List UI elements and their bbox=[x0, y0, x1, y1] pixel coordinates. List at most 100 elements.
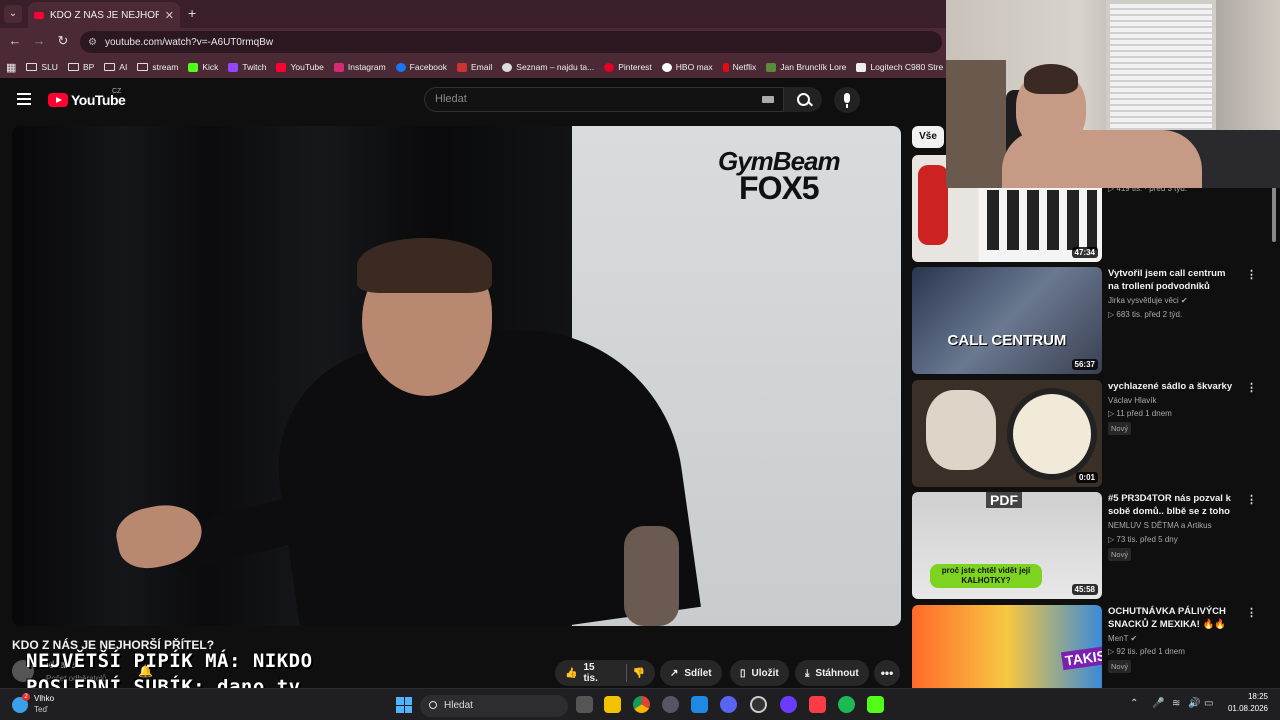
taskbar-search[interactable]: Hledat bbox=[420, 695, 568, 717]
chrome-icon[interactable] bbox=[633, 696, 650, 713]
logitech-icon bbox=[856, 62, 867, 72]
weather-widget-title[interactable]: Vlhko bbox=[34, 694, 54, 703]
sponsor-logo: GymBeam FOX5 bbox=[718, 148, 841, 204]
spotify-icon[interactable] bbox=[838, 696, 855, 713]
bookmark-logitech[interactable]: Logitech C980 Stre bbox=[856, 62, 943, 72]
start-button[interactable] bbox=[396, 697, 412, 713]
bookmark-label: Kick bbox=[202, 62, 219, 72]
tray-overflow-icon[interactable]: ⌃ bbox=[1130, 698, 1138, 709]
thumb-figure bbox=[918, 165, 948, 245]
photos-icon[interactable] bbox=[691, 696, 708, 713]
voice-search-button[interactable] bbox=[834, 87, 860, 113]
clock-time[interactable]: 18:25 bbox=[1228, 692, 1268, 701]
thumb-figures bbox=[987, 190, 1097, 250]
video-player[interactable]: GymBeam FOX5 bbox=[12, 126, 901, 626]
recommended-thumbnail[interactable]: TAKIS bbox=[912, 605, 1102, 688]
like-button[interactable]: 👍 15 tis. 👎 bbox=[555, 660, 655, 686]
tab-search-menu-button[interactable]: ⌄ bbox=[4, 5, 22, 23]
bookmark-folder[interactable]: stream bbox=[137, 62, 178, 72]
filter-chip-all[interactable]: Vše bbox=[912, 126, 944, 148]
bookmark-seznam[interactable]: Seznam – najdu ta... bbox=[502, 62, 594, 72]
more-options-icon[interactable]: ⋮ bbox=[1246, 493, 1257, 506]
windows-taskbar: 2 Vlhko Teď Hledat ⌃ 🎤 ≋ 🔊 ▭ 18:25 01.08… bbox=[0, 688, 1280, 720]
apps-grid-icon[interactable]: ▦ bbox=[6, 61, 16, 74]
like-count: 15 tis. bbox=[583, 662, 598, 684]
kick-app-icon[interactable] bbox=[867, 696, 884, 713]
back-arrow-icon[interactable]: ← bbox=[6, 33, 24, 48]
recommended-channel[interactable]: NEMLUV S DĚTMA a Artikus bbox=[1108, 521, 1212, 530]
browser-toolbar: ← → ↻ ⚙ youtube.com/watch?v=-A6UT0rmqBw bbox=[0, 28, 946, 56]
forward-arrow-icon[interactable]: → bbox=[30, 33, 48, 48]
twitch-icon bbox=[228, 62, 239, 72]
close-tab-icon[interactable]: ✕ bbox=[165, 9, 174, 22]
microphone-icon[interactable]: 🎤 bbox=[1152, 698, 1164, 709]
bookmark-facebook[interactable]: Facebook bbox=[395, 62, 447, 72]
recommended-title[interactable]: Vytvořil jsem call centrum na trollení p… bbox=[1108, 267, 1236, 293]
new-badge: Nový bbox=[1108, 422, 1132, 435]
bookmark-kick[interactable]: Kick bbox=[188, 62, 218, 72]
seznam-icon bbox=[502, 62, 513, 72]
discord-icon[interactable] bbox=[720, 696, 737, 713]
obs-icon[interactable] bbox=[750, 696, 767, 713]
bookmarks-bar: ▦ SLU BP AI stream Kick Twitch YouTube I… bbox=[0, 56, 946, 78]
clock-date[interactable]: 01.08.2026 bbox=[1214, 704, 1268, 713]
more-options-icon[interactable]: ⋮ bbox=[1246, 381, 1257, 394]
notification-count: 2 bbox=[22, 693, 30, 701]
more-options-icon[interactable]: ⋮ bbox=[1246, 606, 1257, 619]
file-explorer-icon[interactable] bbox=[604, 696, 621, 713]
webcam-shelf bbox=[946, 60, 1006, 188]
recommended-channel[interactable]: Václav Hlavík bbox=[1108, 396, 1156, 405]
bookmark-label: BP bbox=[82, 62, 95, 72]
app-icon[interactable] bbox=[780, 696, 797, 713]
bookmark-pinterest[interactable]: Pinterest bbox=[604, 62, 652, 72]
share-button[interactable]: ↗ Sdílet bbox=[660, 660, 722, 686]
address-bar[interactable]: ⚙ youtube.com/watch?v=-A6UT0rmqBw bbox=[80, 31, 942, 53]
search-input[interactable]: Hledat bbox=[424, 87, 784, 112]
volume-icon[interactable]: 🔊 bbox=[1188, 698, 1200, 709]
task-view-icon[interactable] bbox=[576, 696, 593, 713]
sidebar-scrollbar[interactable] bbox=[1272, 186, 1276, 242]
bookmark-folder[interactable]: BP bbox=[67, 62, 95, 72]
weather-widget-sub: Teď bbox=[34, 705, 48, 714]
recommended-channel[interactable]: MenT ✔ bbox=[1108, 634, 1137, 643]
bookmark-hbo[interactable]: HBO max bbox=[661, 62, 713, 72]
reload-icon[interactable]: ↻ bbox=[54, 33, 72, 49]
bookmark-instagram[interactable]: Instagram bbox=[333, 62, 386, 72]
menu-icon[interactable] bbox=[17, 93, 31, 105]
recommended-title[interactable]: vychlazené sádlo a škvarky bbox=[1108, 380, 1236, 393]
bookmark-youtube[interactable]: YouTube bbox=[276, 62, 324, 72]
youtube-logo[interactable]: YouTube CZ bbox=[48, 88, 126, 108]
thumbs-up-icon: 👍 bbox=[565, 667, 578, 679]
recommended-channel[interactable]: Jirka vysvětluje věci ✔ bbox=[1108, 296, 1188, 305]
keyboard-icon[interactable] bbox=[762, 96, 774, 103]
save-button[interactable]: ▯ Uložit bbox=[730, 660, 789, 686]
more-options-icon[interactable]: ⋮ bbox=[1246, 268, 1257, 281]
site-info-icon[interactable]: ⚙ bbox=[88, 37, 97, 48]
recommended-thumbnail[interactable]: CALL CENTRUM 56:37 bbox=[912, 267, 1102, 374]
bookmark-folder[interactable]: SLU bbox=[26, 62, 58, 72]
email-icon bbox=[457, 62, 468, 72]
recommended-title[interactable]: #5 PR3D4TOR nás pozval k sobě domů.. blb… bbox=[1108, 492, 1236, 518]
more-actions-button[interactable]: ••• bbox=[874, 660, 900, 686]
recommended-thumbnail[interactable]: PDF proč jste chtěl vidět její KALHOTKY?… bbox=[912, 492, 1102, 599]
bookmark-lore[interactable]: Jan Brunclík Lore bbox=[766, 62, 846, 72]
recommended-thumbnail[interactable]: 0:01 bbox=[912, 380, 1102, 487]
bookmark-email[interactable]: Email bbox=[457, 62, 492, 72]
search-button[interactable] bbox=[784, 87, 822, 112]
settings-icon[interactable] bbox=[662, 696, 679, 713]
thumbs-down-icon[interactable]: 👎 bbox=[633, 668, 645, 679]
thumb-bowl bbox=[926, 390, 996, 470]
bookmark-icon: ▯ bbox=[740, 667, 746, 679]
bookmark-netflix[interactable]: Netflix bbox=[722, 62, 756, 72]
bookmark-twitch[interactable]: Twitch bbox=[228, 62, 266, 72]
recommended-title[interactable]: OCHUTNÁVKA PÁLIVÝCH SNACKŮ Z MEXIKA! 🔥🔥 bbox=[1108, 605, 1236, 631]
thumb-caption: CALL CENTRUM bbox=[947, 332, 1067, 349]
new-tab-button[interactable]: + bbox=[188, 5, 196, 21]
music-icon[interactable] bbox=[809, 696, 826, 713]
battery-icon[interactable]: ▭ bbox=[1204, 698, 1213, 709]
browser-tab-active[interactable]: KDO Z NÁS JE NEJHORŠÍ PŘÍTE ✕ bbox=[28, 2, 180, 28]
download-button[interactable]: ⤓ Stáhnout bbox=[795, 660, 869, 686]
tab-title: KDO Z NÁS JE NEJHORŠÍ PŘÍTE bbox=[50, 9, 159, 21]
bookmark-folder[interactable]: AI bbox=[104, 62, 127, 72]
wifi-icon[interactable]: ≋ bbox=[1172, 698, 1180, 709]
